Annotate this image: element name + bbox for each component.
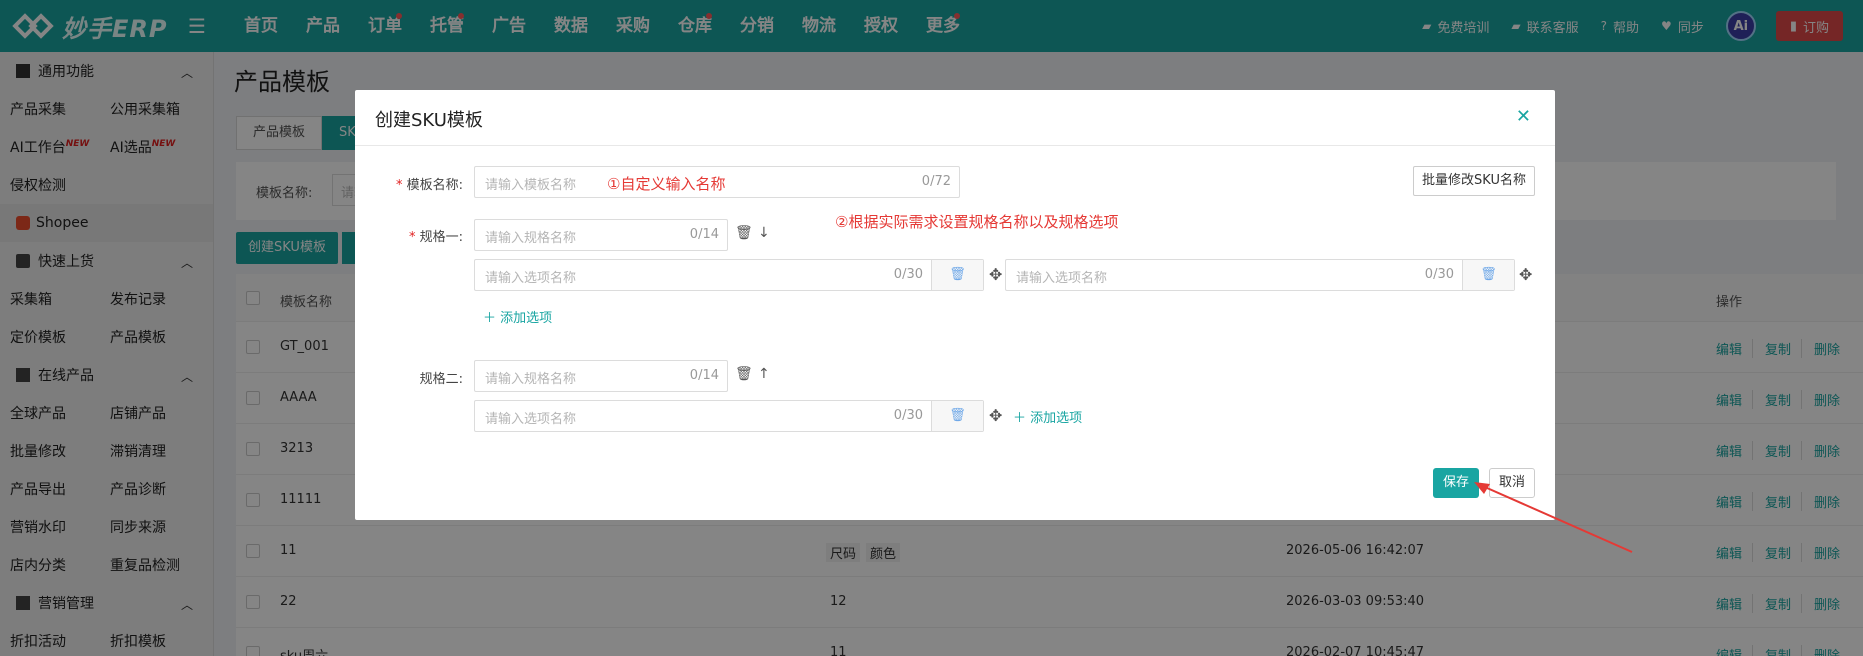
delete-option-icon[interactable]: 🗑 — [1462, 260, 1514, 290]
annotation-1: ①自定义输入名称 — [607, 175, 726, 193]
cancel-button[interactable]: 取消 — [1489, 468, 1535, 498]
spec2-option-input[interactable]: 请输入选项名称 0/30 🗑 — [474, 400, 984, 432]
char-count: 0/30 — [893, 408, 923, 423]
spec1-option-input[interactable]: 请输入选项名称 0/30 🗑 — [1005, 259, 1515, 291]
dialog-header: 创建SKU模板 ✕ — [355, 90, 1555, 146]
spec1-name-input[interactable]: 请输入规格名称 0/14 — [474, 219, 728, 251]
drag-handle-icon[interactable]: ✥ — [989, 406, 1002, 425]
drag-handle-icon[interactable]: ✥ — [1519, 265, 1532, 284]
delete-option-icon[interactable]: 🗑 — [931, 260, 983, 290]
spec1-label: * 规格一: — [408, 230, 463, 245]
add-option-link[interactable]: ＋ 添加选项 — [1013, 407, 1082, 426]
char-count: 0/30 — [893, 267, 923, 282]
spec2-name-input[interactable]: 请输入规格名称 0/14 — [474, 360, 728, 392]
trash-icon[interactable]: 🗑 — [735, 366, 753, 382]
create-sku-template-dialog: 创建SKU模板 ✕ * 模板名称: 请输入模板名称 0/72 ①自定义输入名称 … — [355, 90, 1555, 520]
drag-handle-icon[interactable]: ✥ — [989, 265, 1002, 284]
annotation-2: ②根据实际需求设置规格名称以及规格选项 — [835, 213, 1119, 231]
spec2-label: 规格二: — [419, 372, 463, 387]
dialog-title: 创建SKU模板 — [375, 110, 483, 131]
arrow-down-icon[interactable]: ↓ — [758, 225, 770, 241]
save-button[interactable]: 保存 — [1433, 468, 1479, 498]
add-option-link[interactable]: ＋ 添加选项 — [483, 307, 552, 326]
delete-option-icon[interactable]: 🗑 — [931, 401, 983, 431]
char-count: 0/72 — [921, 174, 951, 189]
char-count: 0/14 — [689, 368, 719, 383]
arrow-up-icon[interactable]: ↑ — [758, 366, 770, 382]
batch-edit-sku-name-button[interactable]: 批量修改SKU名称 — [1413, 166, 1535, 196]
close-icon[interactable]: ✕ — [1516, 106, 1531, 127]
template-name-label: * 模板名称: — [395, 178, 463, 193]
char-count: 0/14 — [689, 227, 719, 242]
trash-icon[interactable]: 🗑 — [735, 225, 753, 241]
char-count: 0/30 — [1424, 267, 1454, 282]
spec1-option-input[interactable]: 请输入选项名称 0/30 🗑 — [474, 259, 984, 291]
